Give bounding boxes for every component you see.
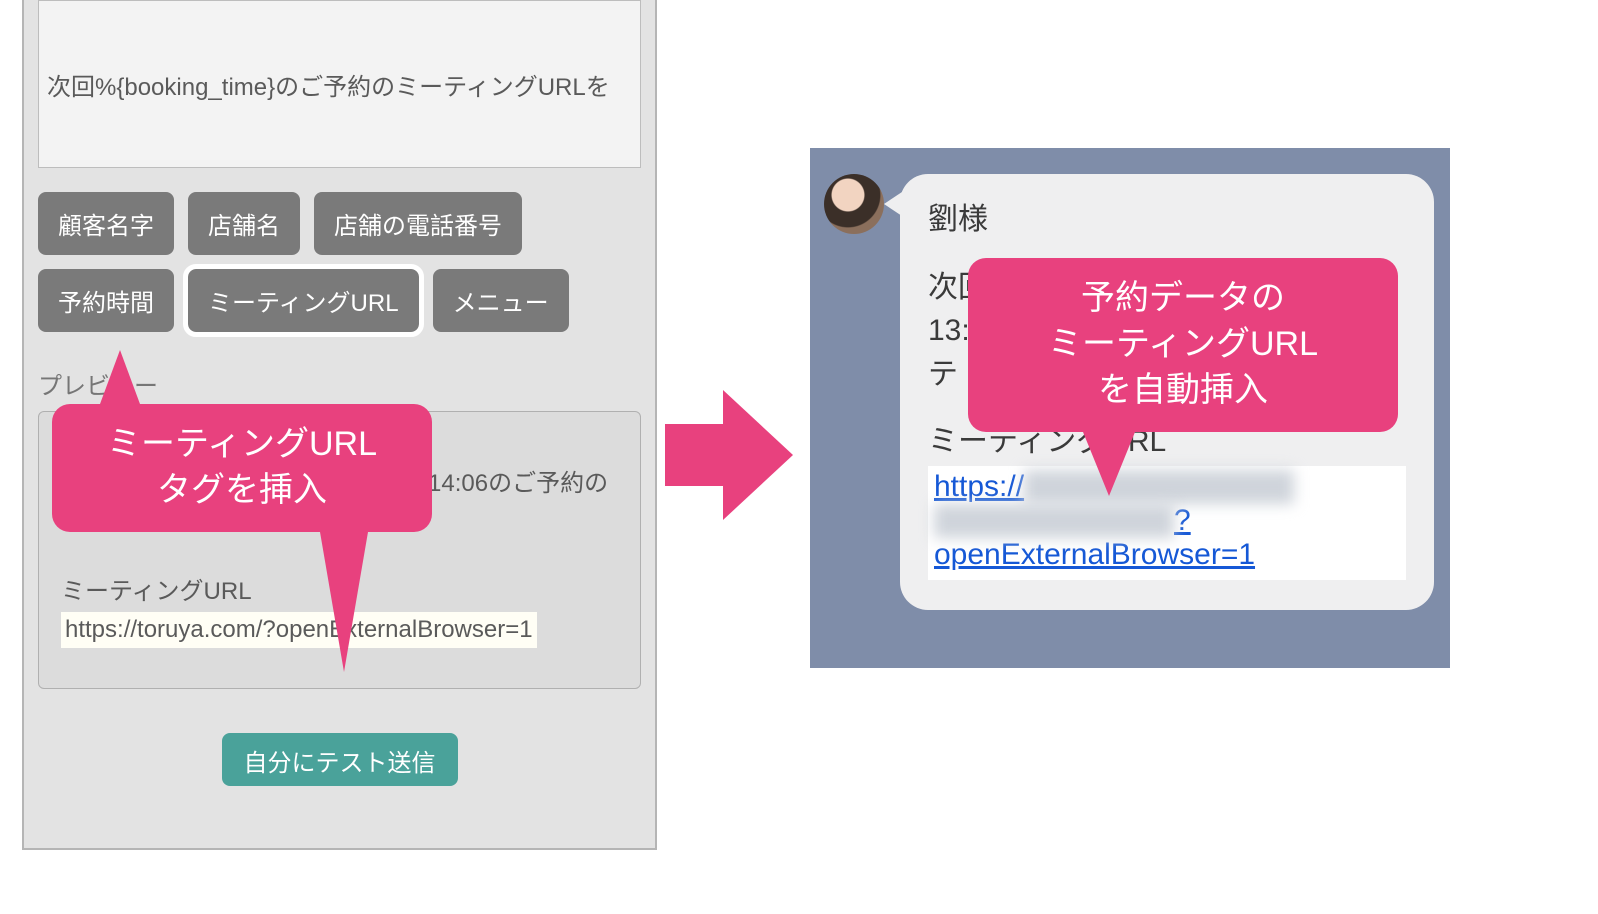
arrow-icon <box>665 390 795 520</box>
merge-tag-toolbar: 顧客名字 店舗名 店舗の電話番号 予約時間 ミーティングURL メニュー <box>38 192 641 332</box>
tag-button-customer-name[interactable]: 顧客名字 <box>38 192 174 255</box>
annotation-text: ミーティングURL タグを挿入 <box>107 425 377 509</box>
tag-button-meeting-url[interactable]: ミーティングURL <box>188 269 419 332</box>
preview-meeting-url: https://toruya.com/?openExternalBrowser=… <box>61 612 537 648</box>
tag-button-shop-name[interactable]: 店舗名 <box>188 192 300 255</box>
send-test-button[interactable]: 自分にテスト送信 <box>222 733 458 786</box>
avatar <box>824 174 884 234</box>
chat-meeting-url-block[interactable]: https://xxxxxxxxxxxxxxxxxx xxxxxxxxxxxxx… <box>928 466 1406 580</box>
tag-button-menu[interactable]: メニュー <box>433 269 569 332</box>
chat-recipient-name: 劉様 <box>928 198 1406 242</box>
template-text: 次回%{booking_time}のご予約のミーティングURLを <box>47 71 632 106</box>
message-template-textarea[interactable]: 次回%{booking_time}のご予約のミーティングURLを お届けします。… <box>38 0 641 168</box>
tag-button-booking-time[interactable]: 予約時間 <box>38 269 174 332</box>
annotation-callout-left: ミーティングURL タグを挿入 <box>52 404 432 532</box>
annotation-text: 予約データの ミーティングURL を自動挿入 <box>1048 279 1318 409</box>
tag-button-shop-phone[interactable]: 店舗の電話番号 <box>314 192 522 255</box>
annotation-callout-right: 予約データの ミーティングURL を自動挿入 <box>968 258 1398 432</box>
